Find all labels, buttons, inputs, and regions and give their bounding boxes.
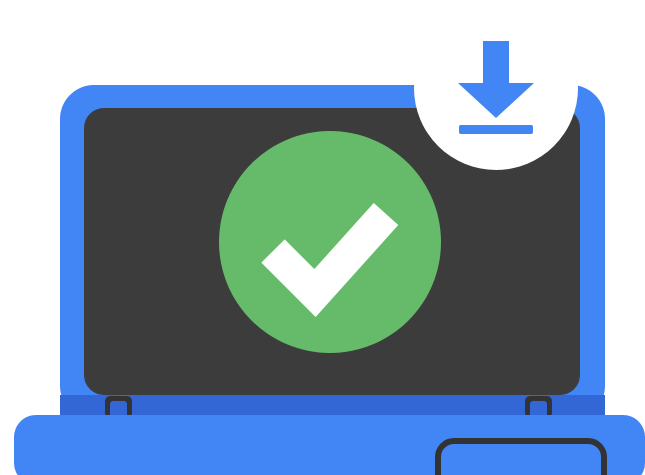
- success-circle: [219, 131, 441, 353]
- laptop-base: [14, 415, 645, 475]
- download-arrow-tray: [459, 125, 533, 134]
- illustration-canvas: [14, 6, 645, 475]
- download-arrow-shaft: [483, 41, 509, 83]
- checkmark-icon: [219, 131, 441, 353]
- download-arrow-icon: [414, 6, 578, 170]
- laptop-download-illustration: [0, 0, 645, 475]
